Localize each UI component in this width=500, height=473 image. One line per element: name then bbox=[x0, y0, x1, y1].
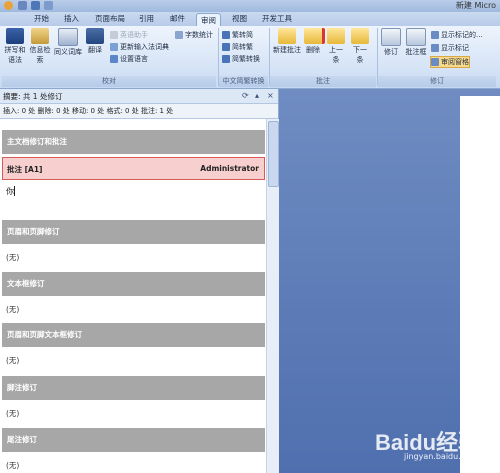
group-label-comments: 批注 bbox=[270, 76, 376, 87]
pane-summary: 摘要: 共 1 处修订 bbox=[3, 92, 63, 101]
update-ime-button[interactable]: 更新输入法词典 bbox=[110, 42, 169, 52]
tab-page-layout[interactable]: 页面布局 bbox=[95, 12, 125, 26]
show-markup-menu[interactable]: 显示标记 bbox=[431, 43, 469, 53]
comment-text[interactable]: 你 bbox=[6, 186, 14, 197]
save-icon[interactable] bbox=[18, 1, 27, 10]
new-comment-icon bbox=[278, 28, 296, 44]
document-page[interactable] bbox=[460, 96, 500, 473]
comment-author: Administrator bbox=[200, 164, 259, 173]
section-none-text: (无) bbox=[6, 356, 20, 365]
watermark-url: jingyan.baidu.com bbox=[404, 452, 478, 461]
section-none-text: (无) bbox=[6, 409, 20, 418]
pane-scrollbar[interactable] bbox=[266, 119, 279, 473]
section-header-footer[interactable]: 页眉和页脚修订 bbox=[2, 220, 265, 244]
balloons-icon bbox=[406, 28, 426, 46]
comment-header[interactable]: 批注 [A1] Administrator bbox=[2, 157, 265, 180]
title-bar: 新建 Micro bbox=[0, 0, 500, 12]
set-language-icon bbox=[110, 55, 118, 63]
reviewing-pane-button[interactable]: 审阅窗格 bbox=[430, 56, 470, 68]
spell-check-button[interactable]: 拼写和语法 bbox=[3, 28, 27, 65]
scrollbar-thumb[interactable] bbox=[268, 121, 279, 187]
new-comment-button[interactable]: 新建批注 bbox=[272, 28, 302, 55]
balloons-button[interactable]: 批注框 bbox=[404, 28, 428, 57]
show-markup-dropdown[interactable]: 显示标记的... bbox=[431, 30, 483, 40]
to-simplified-button[interactable]: 简转繁 bbox=[222, 42, 253, 52]
word-count-icon bbox=[175, 31, 183, 39]
research-button[interactable]: 信息检索 bbox=[29, 28, 51, 65]
conversion-button[interactable]: 简繁转换 bbox=[222, 54, 260, 64]
tab-view[interactable]: 视图 bbox=[232, 12, 247, 26]
tab-insert[interactable]: 插入 bbox=[64, 12, 79, 26]
translate-tip-icon bbox=[110, 31, 118, 39]
reviewing-pane: 摘要: 共 1 处修订 ⟳ ▴ × 插入: 0 处 删除: 0 处 移动: 0 … bbox=[0, 89, 279, 473]
thesaurus-button[interactable]: 同义词库 bbox=[53, 28, 83, 57]
word-count-button[interactable]: 字数统计 bbox=[175, 30, 213, 40]
refresh-icon[interactable]: ⟳ bbox=[242, 91, 249, 100]
reviewing-pane-icon bbox=[431, 58, 439, 66]
window-title: 新建 Micro bbox=[455, 1, 496, 10]
tab-references[interactable]: 引用 bbox=[139, 12, 154, 26]
track-changes-icon bbox=[381, 28, 401, 46]
delete-comment-icon bbox=[304, 28, 325, 44]
tab-developer[interactable]: 开发工具 bbox=[262, 12, 292, 26]
to-simplified-icon bbox=[222, 43, 230, 51]
section-endnote[interactable]: 尾注修订 bbox=[2, 428, 265, 452]
group-label-proofing: 校对 bbox=[2, 76, 216, 87]
pane-counts-bar: 插入: 0 处 删除: 0 处 移动: 0 处 格式: 0 处 批注: 1 处 bbox=[0, 104, 278, 119]
ribbon: 拼写和语法 信息检索 同义词库 翻译 英语助手 更新输入法词典 设置语言 字数统… bbox=[0, 26, 500, 89]
translate-button[interactable]: 翻译 bbox=[85, 28, 105, 55]
group-label-tracking: 修订 bbox=[378, 76, 496, 87]
next-comment-icon bbox=[351, 28, 369, 44]
pane-header: 摘要: 共 1 处修订 ⟳ ▴ × bbox=[0, 89, 278, 104]
group-label-chinese-conversion: 中文简繁转换 bbox=[219, 76, 268, 87]
track-changes-button[interactable]: 修订 bbox=[380, 28, 402, 57]
close-icon[interactable]: × bbox=[267, 91, 274, 100]
tab-mailings[interactable]: 邮件 bbox=[170, 12, 185, 26]
undo-icon[interactable] bbox=[31, 1, 40, 10]
spell-check-icon bbox=[6, 28, 24, 44]
research-icon bbox=[31, 28, 49, 44]
section-none-text: (无) bbox=[6, 253, 20, 262]
text-cursor bbox=[14, 186, 15, 196]
redo-icon[interactable] bbox=[44, 1, 53, 10]
previous-comment-button[interactable]: 上一条 bbox=[326, 28, 346, 65]
update-ime-icon bbox=[110, 43, 118, 51]
to-traditional-icon bbox=[222, 31, 230, 39]
collapse-icon[interactable]: ▴ bbox=[255, 91, 259, 100]
previous-comment-icon bbox=[327, 28, 345, 44]
section-textbox[interactable]: 文本框修订 bbox=[2, 272, 265, 296]
translate-icon bbox=[86, 28, 104, 44]
show-markup-menu-icon bbox=[431, 44, 439, 52]
tab-review[interactable]: 审阅 bbox=[196, 13, 221, 27]
section-header-footer-textbox[interactable]: 页眉和页脚文本框修订 bbox=[2, 323, 265, 347]
section-none-text: (无) bbox=[6, 461, 20, 470]
translate-tip-button[interactable]: 英语助手 bbox=[110, 30, 148, 40]
to-traditional-button[interactable]: 繁转简 bbox=[222, 30, 253, 40]
section-footnote[interactable]: 脚注修订 bbox=[2, 376, 265, 400]
conversion-icon bbox=[222, 55, 230, 63]
comment-label: 批注 [A1] bbox=[7, 165, 43, 174]
next-comment-button[interactable]: 下一条 bbox=[350, 28, 370, 65]
office-button-icon[interactable] bbox=[4, 1, 13, 10]
tab-home[interactable]: 开始 bbox=[34, 12, 49, 26]
set-language-button[interactable]: 设置语言 bbox=[110, 54, 148, 64]
section-main-document[interactable]: 主文档修订和批注 bbox=[2, 130, 265, 154]
pane-counts: 插入: 0 处 删除: 0 处 移动: 0 处 格式: 0 处 批注: 1 处 bbox=[3, 107, 174, 115]
ribbon-tabs: 开始 插入 页面布局 引用 邮件 审阅 视图 开发工具 bbox=[0, 12, 500, 27]
show-markup-icon bbox=[431, 31, 439, 39]
thesaurus-icon bbox=[58, 28, 78, 46]
delete-comment-button[interactable]: 删除 bbox=[304, 28, 325, 55]
section-none-text: (无) bbox=[6, 305, 20, 314]
